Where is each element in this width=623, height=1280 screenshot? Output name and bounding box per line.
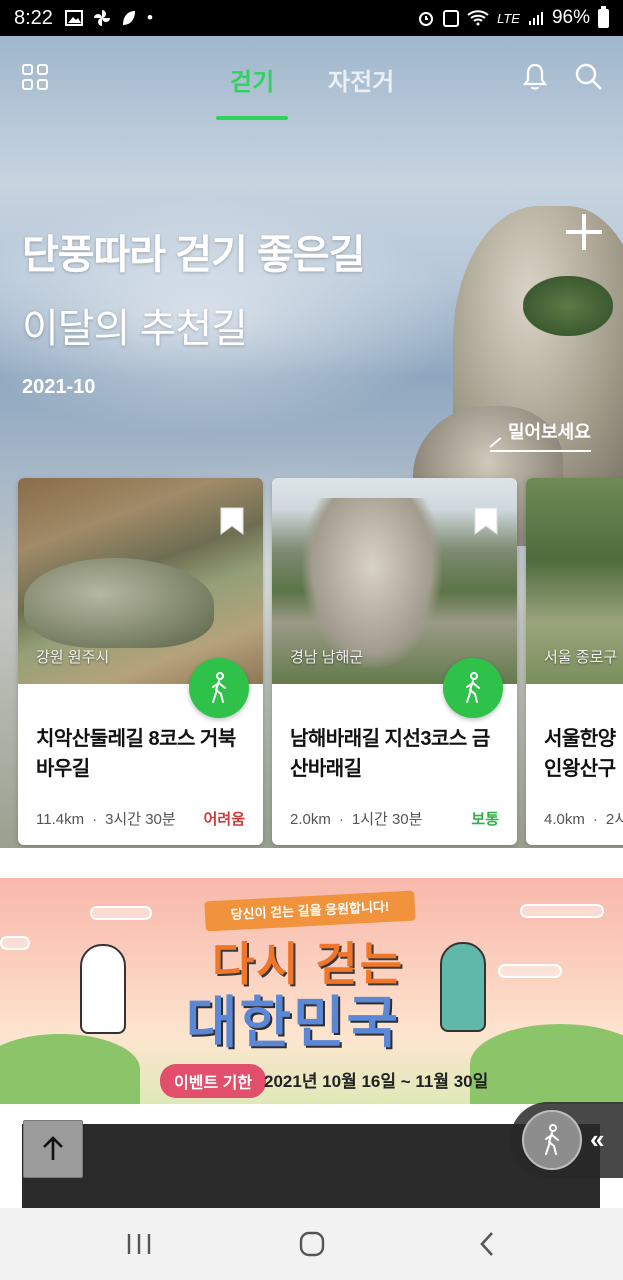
plus-icon[interactable]: [566, 214, 602, 250]
trail-card[interactable]: 서울 종로구 서울한양 인왕산구 4.0km · 2시: [526, 478, 623, 845]
dot-icon: •: [146, 8, 153, 27]
walking-person-icon: [212, 672, 226, 703]
recent-apps-icon[interactable]: [126, 1228, 152, 1260]
runner-woman-illustration: [440, 942, 486, 1032]
signal-icon: [528, 12, 543, 25]
tab-walk[interactable]: 걷기: [230, 62, 274, 97]
trail-card[interactable]: 강원 원주시 치악산둘레길 8코스 거북바우길 11.4km · 3시간 30분 어…: [18, 478, 263, 845]
trail-card[interactable]: 경남 남해군 남해바래길 지선3코스 금산바래길 2.0km · 1시간 30분 보…: [272, 478, 517, 845]
walking-person-icon: [545, 1124, 559, 1155]
system-nav-bar: [0, 1208, 623, 1280]
recycle-icon: [443, 10, 460, 27]
hero-date: 2021-10: [22, 376, 96, 398]
trail-region: 경남 남해군: [290, 649, 364, 666]
network-type: LTE: [497, 10, 520, 26]
hero-subtitle: 이달의 추천길: [22, 307, 248, 351]
walk-tracking-button[interactable]: [522, 1110, 582, 1170]
double-chevron-left-icon[interactable]: «: [590, 1124, 604, 1155]
banner-ribbon: 당신이 걷는 길을 응원합니다!: [204, 890, 416, 932]
trail-meta: 4.0km · 2시: [544, 808, 623, 829]
banner-cloud: [90, 906, 152, 920]
bell-icon[interactable]: [521, 62, 549, 92]
top-nav: 걷기 자전거: [0, 36, 623, 124]
trail-name: 남해바래길 지선3코스 금산바래길: [290, 728, 490, 780]
search-icon[interactable]: [574, 62, 604, 92]
scroll-top-button[interactable]: [23, 1120, 83, 1178]
active-tab-indicator: [216, 116, 288, 120]
trail-level: 보통: [471, 811, 499, 828]
arrow-up-icon: [43, 1136, 63, 1160]
trail-name: 서울한양 인왕산구: [544, 728, 616, 780]
battery-icon: [598, 5, 609, 28]
banner-hill: [470, 1024, 623, 1104]
trail-distance: 11.4km: [36, 811, 85, 828]
event-period-badge: 이벤트 기한: [160, 1064, 267, 1098]
trail-level: 어려움: [203, 811, 245, 828]
banner-title-line2: 대한민국: [186, 991, 401, 1054]
banner-hill: [0, 1034, 140, 1104]
trail-duration: 1시간 30분: [351, 811, 423, 828]
walk-start-button[interactable]: [443, 658, 503, 718]
runner-girl-illustration: [80, 944, 126, 1034]
status-time: 8:22: [14, 6, 53, 29]
swipe-hint[interactable]: 밀어보세요: [489, 418, 591, 452]
alarm-icon: [419, 12, 434, 26]
back-icon[interactable]: [476, 1228, 498, 1260]
wifi-icon: [467, 10, 489, 26]
trail-name: 치악산둘레길 8코스 거북바우길: [36, 728, 236, 780]
banner-cloud: [520, 904, 604, 918]
bookmark-icon[interactable]: [219, 506, 245, 536]
walking-person-icon: [466, 672, 480, 703]
walk-start-button[interactable]: [189, 658, 249, 718]
banner-cloud: [0, 936, 30, 950]
floating-walk-panel[interactable]: «: [510, 1102, 623, 1178]
trail-region: 서울 종로구: [544, 649, 618, 666]
trail-meta: 2.0km · 1시간 30분: [290, 811, 423, 828]
trail-distance: 2.0km: [290, 811, 331, 828]
swipe-arrow-icon: [489, 437, 502, 448]
status-bar: 8:22 • LTE 96%: [0, 0, 623, 36]
notification-icons: •: [64, 8, 153, 28]
system-icons: LTE 96%: [417, 5, 609, 29]
grid-icon[interactable]: [22, 64, 48, 90]
trail-region: 강원 원주시: [36, 649, 110, 666]
trail-duration: 2시: [605, 811, 623, 828]
event-banner[interactable]: 당신이 걷는 길을 응원합니다! 다시 걷는 대한민국 이벤트 기한 2021년…: [0, 878, 623, 1104]
gallery-icon: [64, 10, 83, 26]
home-icon[interactable]: [298, 1228, 326, 1260]
hero-title: 단풍따라 걷기 좋은길: [22, 233, 365, 277]
hero-tree: [523, 276, 613, 336]
pinwheel-icon: [93, 10, 110, 26]
trail-duration: 3시간 30분: [105, 811, 176, 828]
trail-meta: 11.4km · 3시간 30분: [36, 811, 176, 828]
tab-bike[interactable]: 자전거: [328, 62, 394, 97]
swipe-hint-label: 밀어보세요: [508, 422, 591, 442]
leaf-icon: [122, 11, 135, 25]
banner-cloud: [498, 964, 562, 978]
hero-section: 걷기 자전거 단풍따라 걷기 좋은길 이달의 추천길 2021-10 밀어보세요…: [0, 36, 623, 848]
battery-percent: 96%: [551, 7, 590, 28]
event-period: 2021년 10월 16일 ~ 11월 30일: [264, 1072, 489, 1091]
bookmark-icon[interactable]: [473, 506, 499, 536]
trail-distance: 4.0km: [544, 811, 585, 828]
